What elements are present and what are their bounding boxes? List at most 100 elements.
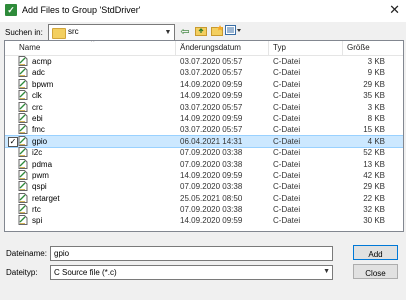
lookin-value: src: [68, 27, 79, 36]
file-date: 14.09.2020 09:59: [180, 113, 243, 123]
view-menu-icon[interactable]: [224, 25, 242, 39]
file-row[interactable]: fmc 03.07.2020 05:57 C-Datei 15 KB: [5, 124, 403, 135]
column-divider[interactable]: [268, 41, 269, 55]
file-row[interactable]: ✓ gpio 06.04.2021 14:31 C-Datei 4 KB: [5, 134, 403, 149]
file-row[interactable]: spi 14.09.2020 09:59 C-Datei 30 KB: [5, 215, 403, 226]
back-arrow-icon[interactable]: ⇦: [178, 25, 192, 39]
add-button[interactable]: Add: [353, 245, 398, 260]
file-name: bpwm: [32, 79, 54, 89]
file-row[interactable]: acmp 03.07.2020 05:57 C-Datei 3 KB: [5, 56, 403, 67]
c-file-icon: [18, 67, 28, 78]
file-list[interactable]: ^ Name Änderungsdatum Typ Größe acmp 03.0…: [4, 40, 404, 232]
file-name: fmc: [32, 125, 45, 135]
column-header: ^ Name Änderungsdatum Typ Größe: [5, 41, 403, 56]
chevron-down-icon[interactable]: ▼: [162, 25, 174, 40]
file-name: acmp: [32, 57, 52, 66]
lookin-dropdown[interactable]: src ▼: [48, 24, 175, 41]
c-file-icon: [18, 158, 28, 169]
file-row[interactable]: crc 03.07.2020 05:57 C-Datei 3 KB: [5, 101, 403, 113]
file-row[interactable]: adc 03.07.2020 05:57 C-Datei 9 KB: [5, 67, 403, 78]
file-name: adc: [32, 68, 45, 78]
file-type: C-Datei: [273, 57, 301, 66]
file-name: ebi: [32, 113, 43, 123]
window-title: Add Files to Group 'StdDriver': [22, 5, 141, 15]
c-file-icon: [18, 124, 28, 135]
up-folder-icon[interactable]: [194, 25, 208, 39]
file-row[interactable]: clk 14.09.2020 09:59 C-Datei 35 KB: [5, 90, 403, 101]
filetype-value: C Source file (*.c): [54, 268, 117, 277]
file-date: 03.07.2020 05:57: [180, 57, 243, 66]
folder-icon: [52, 28, 66, 39]
filetype-label: Dateityp:: [6, 268, 38, 277]
close-icon[interactable]: ✕: [389, 2, 400, 18]
file-type: C-Datei: [273, 170, 301, 180]
file-row[interactable]: bpwm 14.09.2020 09:59 C-Datei 29 KB: [5, 78, 403, 90]
file-size: 42 KB: [363, 170, 385, 180]
column-divider[interactable]: [175, 41, 176, 55]
col-date[interactable]: Änderungsdatum: [180, 43, 241, 52]
file-date: 03.07.2020 05:57: [180, 102, 243, 112]
col-size[interactable]: Größe: [347, 43, 370, 52]
c-file-icon: [18, 90, 28, 101]
file-type: C-Datei: [273, 113, 301, 123]
filetype-select[interactable]: C Source file (*.c) ▼: [50, 265, 333, 280]
filename-value: gpio: [54, 249, 70, 258]
file-name: rtc: [32, 205, 41, 215]
file-date: 03.07.2020 05:57: [180, 68, 243, 78]
file-size: 3 KB: [367, 57, 385, 66]
c-file-icon: [18, 112, 28, 123]
col-type[interactable]: Typ: [273, 43, 286, 52]
file-size: 3 KB: [367, 102, 385, 112]
file-date: 03.07.2020 05:57: [180, 125, 243, 135]
column-divider[interactable]: [342, 41, 343, 55]
file-date: 14.09.2020 09:59: [180, 79, 243, 89]
c-file-icon: [18, 192, 28, 203]
file-size: 35 KB: [363, 91, 385, 101]
file-type: C-Datei: [273, 193, 301, 203]
close-button[interactable]: Close: [353, 264, 398, 279]
file-date: 07.09.2020 03:38: [180, 182, 243, 192]
file-date: 07.09.2020 03:38: [180, 148, 243, 158]
file-name: i2c: [32, 148, 43, 158]
c-file-icon: [18, 169, 28, 180]
c-file-icon: [18, 215, 28, 226]
file-row[interactable]: qspi 07.09.2020 03:38 C-Datei 29 KB: [5, 181, 403, 192]
file-type: C-Datei: [273, 182, 301, 192]
sort-arrow-icon: ^: [91, 40, 95, 46]
file-row[interactable]: i2c 07.09.2020 03:38 C-Datei 52 KB: [5, 147, 403, 158]
file-name: clk: [32, 91, 42, 101]
file-size: 30 KB: [363, 216, 385, 226]
file-date: 14.09.2020 09:59: [180, 91, 243, 101]
chevron-down-icon[interactable]: ▼: [323, 268, 330, 275]
file-date: 25.05.2021 08:50: [180, 193, 243, 203]
c-file-icon: [18, 78, 28, 89]
file-size: 29 KB: [363, 79, 385, 89]
c-file-icon: [18, 204, 28, 215]
file-size: 15 KB: [363, 125, 385, 135]
file-name: retarget: [32, 193, 60, 203]
filename-input[interactable]: gpio: [50, 246, 333, 261]
file-type: C-Datei: [273, 216, 301, 226]
file-type: C-Datei: [273, 102, 301, 112]
file-row[interactable]: retarget 25.05.2021 08:50 C-Datei 22 KB: [5, 192, 403, 204]
file-name: spi: [32, 216, 43, 226]
file-type: C-Datei: [273, 148, 301, 158]
file-type: C-Datei: [273, 79, 301, 89]
file-rows: acmp 03.07.2020 05:57 C-Datei 3 KB adc 03.07.…: [5, 56, 403, 227]
file-row[interactable]: pdma 07.09.2020 03:38 C-Datei 13 KB: [5, 158, 403, 170]
file-date: 07.09.2020 03:38: [180, 205, 243, 215]
c-file-icon: [18, 101, 28, 112]
file-type: C-Datei: [273, 125, 301, 135]
file-size: 29 KB: [363, 182, 385, 192]
file-row[interactable]: ebi 14.09.2020 09:59 C-Datei 8 KB: [5, 112, 403, 124]
col-name[interactable]: Name: [19, 43, 40, 52]
file-size: 32 KB: [363, 205, 385, 215]
file-size: 13 KB: [363, 159, 385, 169]
checkbox-icon[interactable]: ✓: [8, 136, 18, 147]
c-file-icon: [18, 56, 28, 66]
c-file-icon: [18, 135, 28, 146]
file-row[interactable]: pwm 14.09.2020 09:59 C-Datei 42 KB: [5, 169, 403, 181]
file-row[interactable]: rtc 07.09.2020 03:38 C-Datei 32 KB: [5, 204, 403, 215]
file-name: qspi: [32, 182, 47, 192]
new-folder-icon[interactable]: [210, 25, 224, 39]
